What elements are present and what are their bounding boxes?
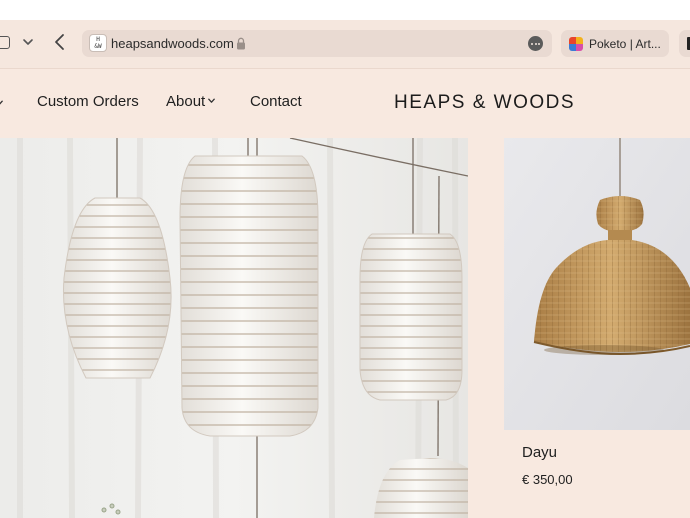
product-card[interactable]: Dayu € 350,00 <box>504 138 690 518</box>
poketo-favicon-icon <box>569 37 583 51</box>
back-button[interactable] <box>52 32 68 52</box>
nav-custom-orders[interactable]: Custom Orders <box>37 93 139 110</box>
lantern-right <box>359 233 463 401</box>
product-price: € 350,00 <box>522 472 573 487</box>
lock-icon <box>237 37 245 50</box>
more-icon[interactable] <box>528 36 543 51</box>
tab-poketo[interactable]: Poketo | Art... <box>561 30 669 57</box>
tab-label: Poketo | Art... <box>589 37 661 51</box>
site-favicon: H &W <box>89 34 107 52</box>
tab-partial[interactable] <box>679 30 690 57</box>
sidebar-icon[interactable] <box>0 36 10 49</box>
nav-contact[interactable]: Contact <box>250 93 302 110</box>
lanterns-illustration <box>0 138 468 518</box>
browser-toolbar: H &W heapsandwoods.com Poketo | Art... <box>0 20 690 69</box>
product-image[interactable] <box>504 138 690 430</box>
window-top-strip <box>0 0 690 21</box>
nav-about[interactable]: About <box>166 93 216 110</box>
chevron-down-icon[interactable] <box>22 34 34 50</box>
nav-about-label: About <box>166 93 206 110</box>
brand-logo[interactable]: HEAPS & WOODS <box>394 92 575 114</box>
rattan-pendant-illustration <box>504 138 690 430</box>
chevron-down-icon <box>208 98 216 103</box>
browser-window: H &W heapsandwoods.com Poketo | Art... C… <box>0 0 690 518</box>
lantern-center <box>179 155 319 437</box>
lantern-left <box>63 197 172 379</box>
address-bar[interactable]: H &W heapsandwoods.com <box>82 30 552 57</box>
product-name[interactable]: Dayu <box>522 444 557 461</box>
site-header: Custom Orders About Contact HEAPS & WOOD… <box>0 69 690 138</box>
hero-image-paper-lanterns[interactable] <box>0 138 468 518</box>
address-text[interactable]: heapsandwoods.com <box>111 36 234 51</box>
chevron-down-icon[interactable] <box>0 100 3 106</box>
